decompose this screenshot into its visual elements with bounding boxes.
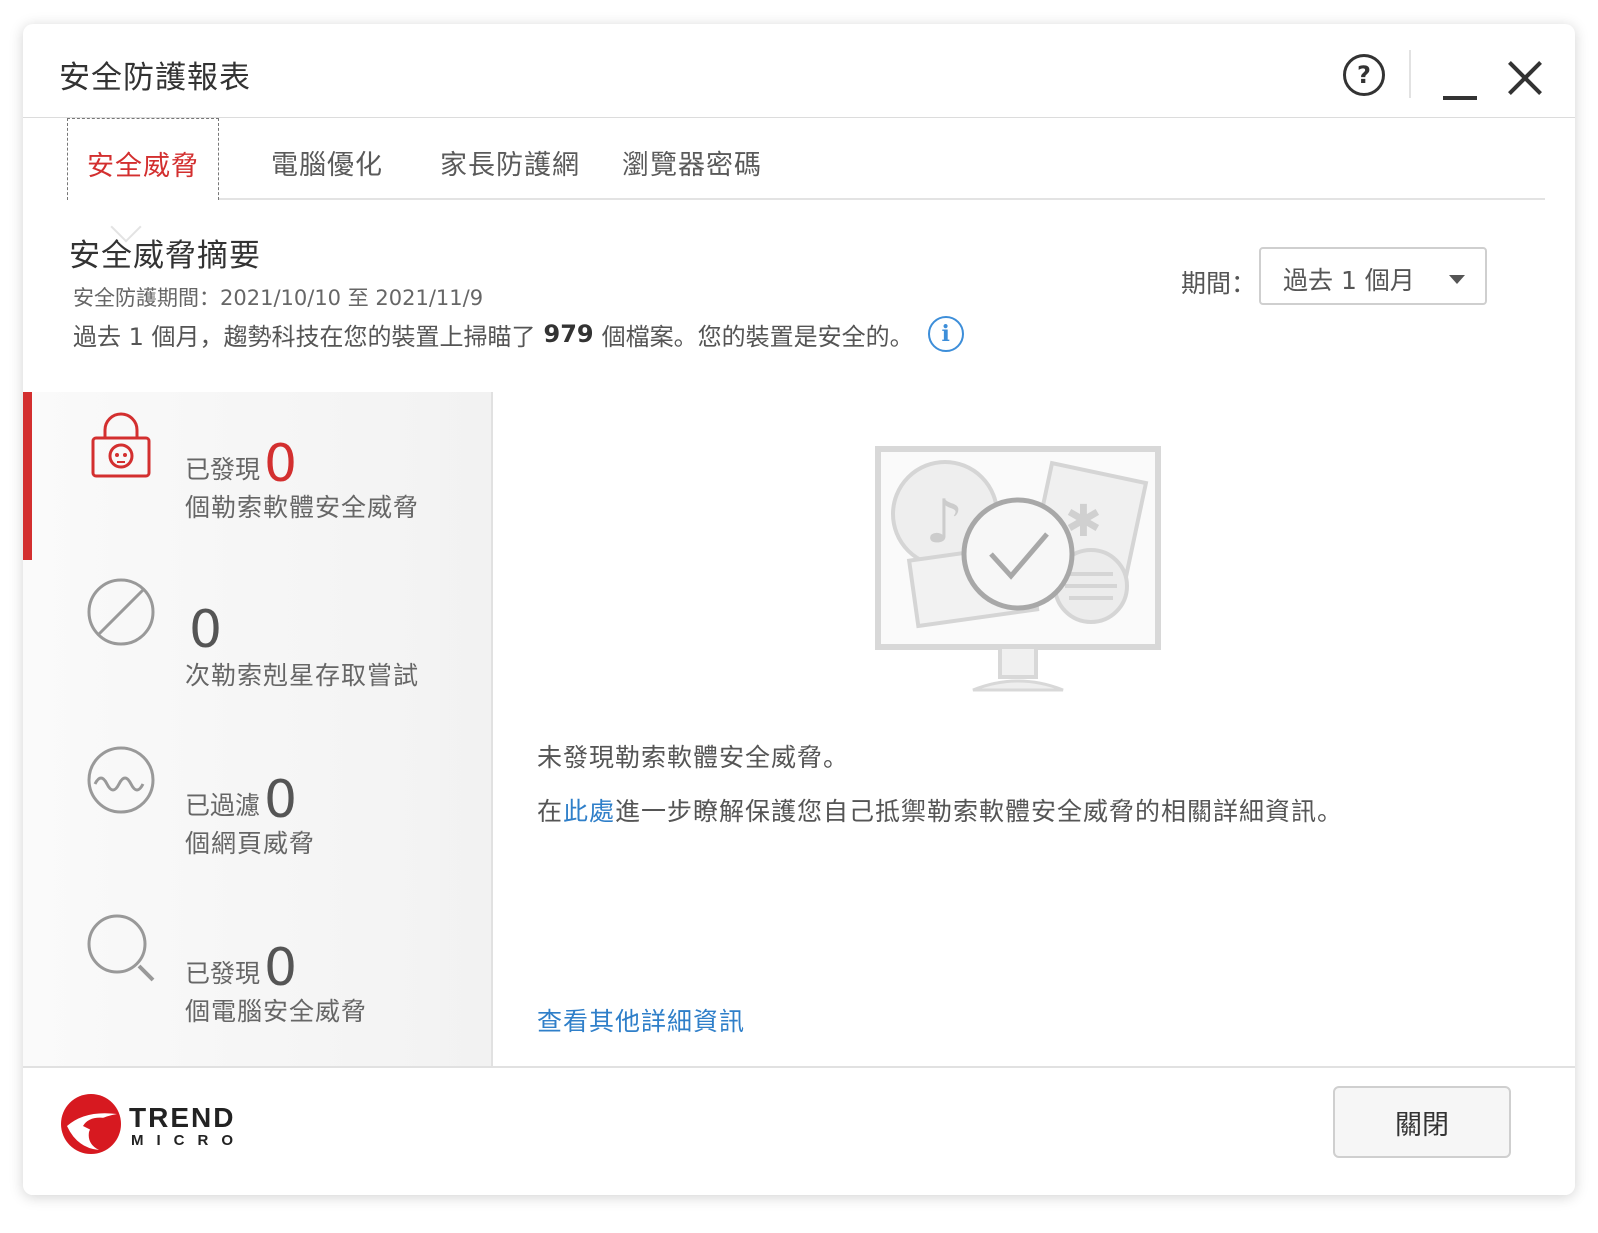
title-divider (1409, 50, 1411, 98)
learn-suffix: 進一步瞭解保護您自己抵禦勒索軟體安全威脅的相關詳細資訊。 (615, 797, 1344, 826)
monitor-safe-illustration: ♪ ✱ (875, 446, 1161, 692)
magnifier-icon (87, 914, 155, 982)
web-wave-icon (87, 746, 155, 814)
stat-prefix: 已發現 (185, 455, 261, 484)
stat-description: 個勒索軟體安全威脅 (185, 493, 420, 522)
stat-count: 0 (264, 770, 298, 830)
stat-line: 已發現 0 (185, 438, 297, 490)
stat-count: 0 (264, 938, 298, 998)
stat-line: 已過濾 0 (185, 774, 297, 826)
period-selected: 過去 1 個月 (1283, 266, 1415, 295)
stat-ransomware-threats[interactable]: 已發現 0 個勒索軟體安全威脅 (23, 392, 491, 560)
scan-summary-suffix: 個檔案。您的裝置是安全的。 (601, 322, 914, 351)
lock-skull-icon (91, 412, 151, 478)
stat-prefix: 已過濾 (185, 791, 261, 820)
minimize-button[interactable] (1443, 62, 1477, 102)
stats-panel: 已發現 0 個勒索軟體安全威脅 0 次勒索剋星存取嘗試 已過濾 0 個網頁威脅 … (23, 392, 493, 1066)
footer: TREND MICRO 關閉 (23, 1066, 1575, 1195)
summary-heading: 安全威脅摘要 (69, 238, 261, 274)
logo-submark: MICRO (131, 1132, 246, 1149)
tab-browser-passwords[interactable]: 瀏覽器密碼 (622, 118, 762, 200)
period-dropdown[interactable]: 過去 1 個月 (1259, 247, 1487, 305)
stat-description: 個電腦安全威脅 (185, 997, 368, 1026)
close-button[interactable]: 關閉 (1333, 1086, 1511, 1158)
tab-bar: 安全威脅 電腦優化 家長防護網 瀏覽器密碼 (67, 118, 1545, 200)
scan-summary: 過去 1 個月，趨勢科技在您的裝置上掃瞄了 979 個檔案。您的裝置是安全的。 … (73, 316, 964, 352)
logo-wordmark: TREND (129, 1102, 236, 1133)
tab-pc-optimization[interactable]: 電腦優化 (271, 118, 383, 200)
protection-period: 安全防護期間：2021/10/10 至 2021/11/9 (73, 286, 484, 310)
close-icon[interactable] (1505, 58, 1545, 98)
stat-count: 0 (264, 434, 298, 494)
period-label: 期間： (1181, 269, 1257, 298)
tab-parental-controls[interactable]: 家長防護網 (440, 118, 580, 200)
stat-ransomware-access-attempts[interactable]: 0 次勒索剋星存取嘗試 (23, 560, 491, 728)
window-title: 安全防護報表 (59, 60, 251, 96)
chevron-down-icon (1449, 275, 1465, 284)
stat-description: 次勒索剋星存取嘗試 (185, 661, 420, 690)
info-icon[interactable]: i (927, 316, 964, 352)
stat-prefix: 已發現 (185, 959, 261, 988)
scan-summary-prefix: 過去 1 個月，趨勢科技在您的裝置上掃瞄了 (73, 322, 536, 351)
stat-count: 0 (189, 600, 223, 660)
svg-text:♪: ♪ (925, 487, 963, 557)
trend-micro-logo-mark (61, 1094, 121, 1154)
stat-line: 已發現 0 (185, 942, 297, 994)
help-icon[interactable]: ? (1343, 54, 1385, 96)
title-bar: 安全防護報表 ? (23, 24, 1575, 118)
learn-more-link[interactable]: 此處 (563, 797, 615, 826)
stat-line: 0 (185, 604, 222, 656)
report-window: 安全防護報表 ? 安全威脅 電腦優化 家長防護網 瀏覽器密碼 安全威脅摘要 安全… (23, 24, 1575, 1195)
stat-description: 個網頁威脅 (185, 829, 316, 858)
stat-web-threats[interactable]: 已過濾 0 個網頁威脅 (23, 728, 491, 896)
learn-prefix: 在 (537, 797, 564, 826)
more-details-link[interactable]: 查看其他詳細資訊 (537, 1002, 745, 1038)
scan-count: 979 (543, 320, 594, 348)
no-threat-message: 未發現勒索軟體安全威脅。 (537, 743, 850, 772)
tab-security-threats[interactable]: 安全威脅 (67, 118, 219, 200)
trend-micro-logo: TREND MICRO (59, 1092, 239, 1156)
stat-pc-threats[interactable]: 已發現 0 個電腦安全威脅 (23, 896, 491, 1064)
no-entry-icon (87, 578, 155, 646)
learn-more-sentence: 在此處進一步瞭解保護您自己抵禦勒索軟體安全威脅的相關詳細資訊。 (537, 792, 1343, 828)
